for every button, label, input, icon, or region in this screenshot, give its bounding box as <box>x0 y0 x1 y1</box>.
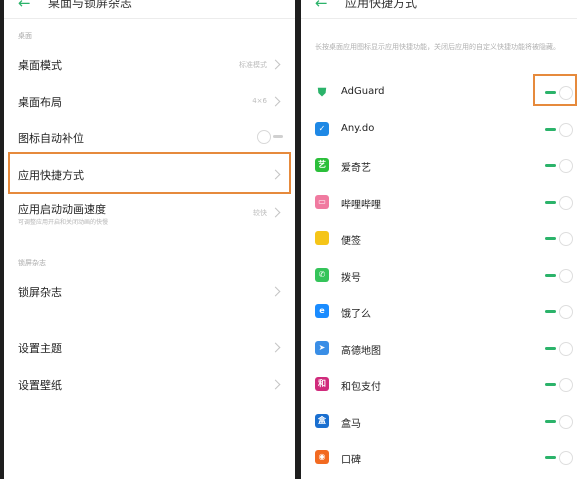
auto-fill-label: 图标自动补位 <box>18 132 84 145</box>
koubei-icon: ◉ <box>315 450 329 464</box>
shortcut-toggle[interactable] <box>545 268 575 283</box>
launch-speed-row[interactable]: 应用启动动画速度 可调整应用开启和关闭动画的快慢 较快 <box>4 196 295 234</box>
app-name: 高德地图 <box>341 345 381 357</box>
iqiyi-icon: 艺 <box>315 158 329 172</box>
app-row: 盒盒马 <box>301 403 577 439</box>
shortcut-toggle[interactable] <box>545 305 575 319</box>
chevron-right-icon <box>270 59 281 70</box>
desktop-layout-label: 桌面布局 <box>18 96 62 109</box>
auto-fill-toggle[interactable] <box>257 130 283 144</box>
app-row: 和 和包支付 <box>301 366 577 402</box>
app-row: e 饿了么 <box>301 293 577 329</box>
section-label-lockscreen: 锁屏杂志 <box>18 259 46 267</box>
page-title: 桌面与锁屏杂志 <box>48 0 133 10</box>
lockscreen-magazine-label: 锁屏杂志 <box>18 286 62 299</box>
back-arrow-icon[interactable]: ← <box>315 0 328 12</box>
hema-icon: 盒 <box>315 413 329 428</box>
app-shortcuts-screen: ← 应用快捷方式 长按桌面应用图标显示应用快捷功能，关闭后应用的自定义快捷功能将… <box>301 0 577 479</box>
anydo-check-icon: ✓ <box>315 121 329 136</box>
header: ← 应用快捷方式 <box>301 0 577 19</box>
app-row: 艺 爱奇艺 <box>301 147 577 183</box>
app-row: ➤ 高德地图 <box>301 330 577 366</box>
lockscreen-magazine-row[interactable]: 锁屏杂志 <box>4 274 295 308</box>
amap-arrow-icon: ➤ <box>315 340 329 355</box>
set-theme-row[interactable]: 设置主题 <box>4 330 295 364</box>
bilibili-tv-icon: ▭ <box>315 194 329 209</box>
shortcut-toggle[interactable] <box>545 414 575 429</box>
set-wallpaper-label: 设置壁纸 <box>18 379 62 392</box>
section-label-desktop: 桌面 <box>18 32 32 40</box>
desktop-lockscreen-settings-screen: ← 桌面与锁屏杂志 桌面 桌面模式 标准模式 桌面布局 4×6 图标自动补位 应… <box>4 0 295 479</box>
desktop-mode-row[interactable]: 桌面模式 标准模式 <box>4 47 295 81</box>
shortcut-toggle[interactable] <box>545 232 575 246</box>
shortcut-toggle[interactable] <box>545 341 575 356</box>
app-row: ✓ Any.do <box>301 111 577 147</box>
app-name: 盒马 <box>341 418 361 430</box>
desktop-mode-value: 标准模式 <box>239 61 267 69</box>
chevron-right-icon <box>270 286 281 297</box>
app-name: 便签 <box>341 236 361 247</box>
launch-speed-sublabel: 可调整应用开启和关闭动画的快慢 <box>18 219 109 226</box>
hebao-pay-icon: 和 <box>315 377 329 391</box>
app-name: 爱奇艺 <box>341 163 371 174</box>
launch-speed-value: 较快 <box>253 209 267 217</box>
desktop-layout-value: 4×6 <box>252 97 267 105</box>
desktop-layout-row[interactable]: 桌面布局 4×6 <box>4 84 295 118</box>
set-wallpaper-row[interactable]: 设置壁纸 <box>4 367 295 401</box>
app-row: 便签 <box>301 220 577 256</box>
shortcut-toggle[interactable] <box>545 378 575 392</box>
shortcut-toggle[interactable] <box>545 122 575 137</box>
eleme-icon: e <box>315 304 329 318</box>
set-theme-label: 设置主题 <box>18 342 62 355</box>
app-name: 饿了么 <box>341 309 371 320</box>
note-icon <box>315 231 329 245</box>
app-name: 拨号 <box>341 272 361 284</box>
chevron-right-icon <box>270 96 281 107</box>
chevron-right-icon <box>270 379 281 390</box>
phone-icon: ✆ <box>315 267 329 282</box>
header: ← 桌面与锁屏杂志 <box>4 0 295 19</box>
back-arrow-icon[interactable]: ← <box>18 0 31 12</box>
page-title: 应用快捷方式 <box>345 0 418 10</box>
desktop-mode-label: 桌面模式 <box>18 59 62 72</box>
app-name: 哔哩哔哩 <box>341 199 381 211</box>
auto-fill-row: 图标自动补位 <box>4 121 295 155</box>
launch-speed-label: 应用启动动画速度 <box>18 203 106 216</box>
app-row: ◉ 口碑 <box>301 439 577 475</box>
app-row: ✆ 拨号 <box>301 257 577 293</box>
highlight-box <box>533 74 577 106</box>
highlight-box <box>8 152 291 194</box>
app-row: ▭ 哔哩哔哩 <box>301 184 577 220</box>
shortcut-toggle[interactable] <box>545 195 575 210</box>
app-name: Any.do <box>341 122 375 134</box>
shortcut-toggle[interactable] <box>545 159 575 173</box>
description-text: 长按桌面应用图标显示应用快捷功能，关闭后应用的自定义快捷功能将被隐藏。 <box>315 43 560 51</box>
adguard-shield-icon: ⛊ <box>315 85 329 99</box>
app-name: AdGuard <box>341 86 385 97</box>
app-name: 和包支付 <box>341 382 381 393</box>
app-name: 口碑 <box>341 455 361 466</box>
shortcut-toggle[interactable] <box>545 451 575 465</box>
chevron-right-icon <box>270 207 281 218</box>
chevron-right-icon <box>270 342 281 353</box>
